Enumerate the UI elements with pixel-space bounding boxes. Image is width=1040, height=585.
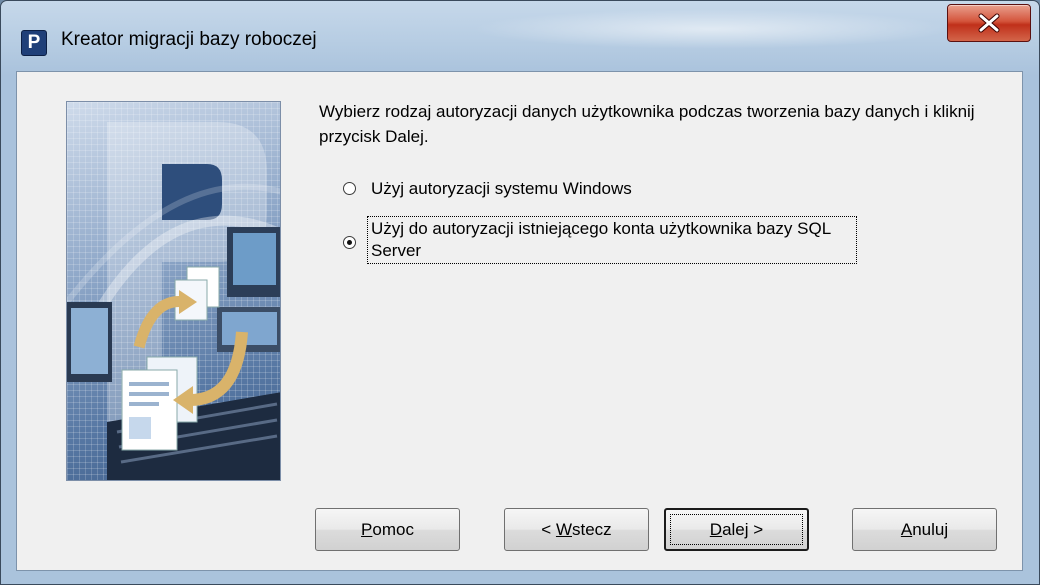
cancel-button[interactable]: Anuluj [852,508,997,551]
close-x-icon [978,13,1000,33]
radio-indicator-selected[interactable] [343,236,356,249]
close-button[interactable] [947,4,1031,42]
app-icon: P [21,30,47,56]
radio-windows-auth[interactable]: Użyj autoryzacji systemu Windows [343,178,743,200]
dialog-body: Wybierz rodzaj autoryzacji danych użytko… [16,71,1023,571]
instruction-text: Wybierz rodzaj autoryzacji danych użytko… [319,102,975,146]
focus-rectangle [670,514,803,545]
help-button[interactable]: Pomoc [315,508,460,551]
window-title: Kreator migracji bazy roboczej [61,29,317,50]
radio-sql-server-auth[interactable]: Użyj do autoryzacji istniejącego konta u… [343,216,883,268]
title-bar-glass [471,9,951,49]
radio-windows-auth-label[interactable]: Użyj autoryzacji systemu Windows [371,178,632,199]
back-button[interactable]: < Wstecz [504,508,649,551]
title-bar[interactable]: P Kreator migracji bazy roboczej [1,1,1039,71]
radio-indicator[interactable] [343,182,356,195]
wizard-window: P Kreator migracji bazy roboczej Wybierz… [0,0,1040,585]
radio-sql-server-auth-label[interactable]: Użyj do autoryzacji istniejącego konta u… [367,216,857,264]
next-button[interactable]: Dalej > [664,508,809,551]
wizard-banner-image [66,101,281,481]
migration-illustration [67,122,280,480]
